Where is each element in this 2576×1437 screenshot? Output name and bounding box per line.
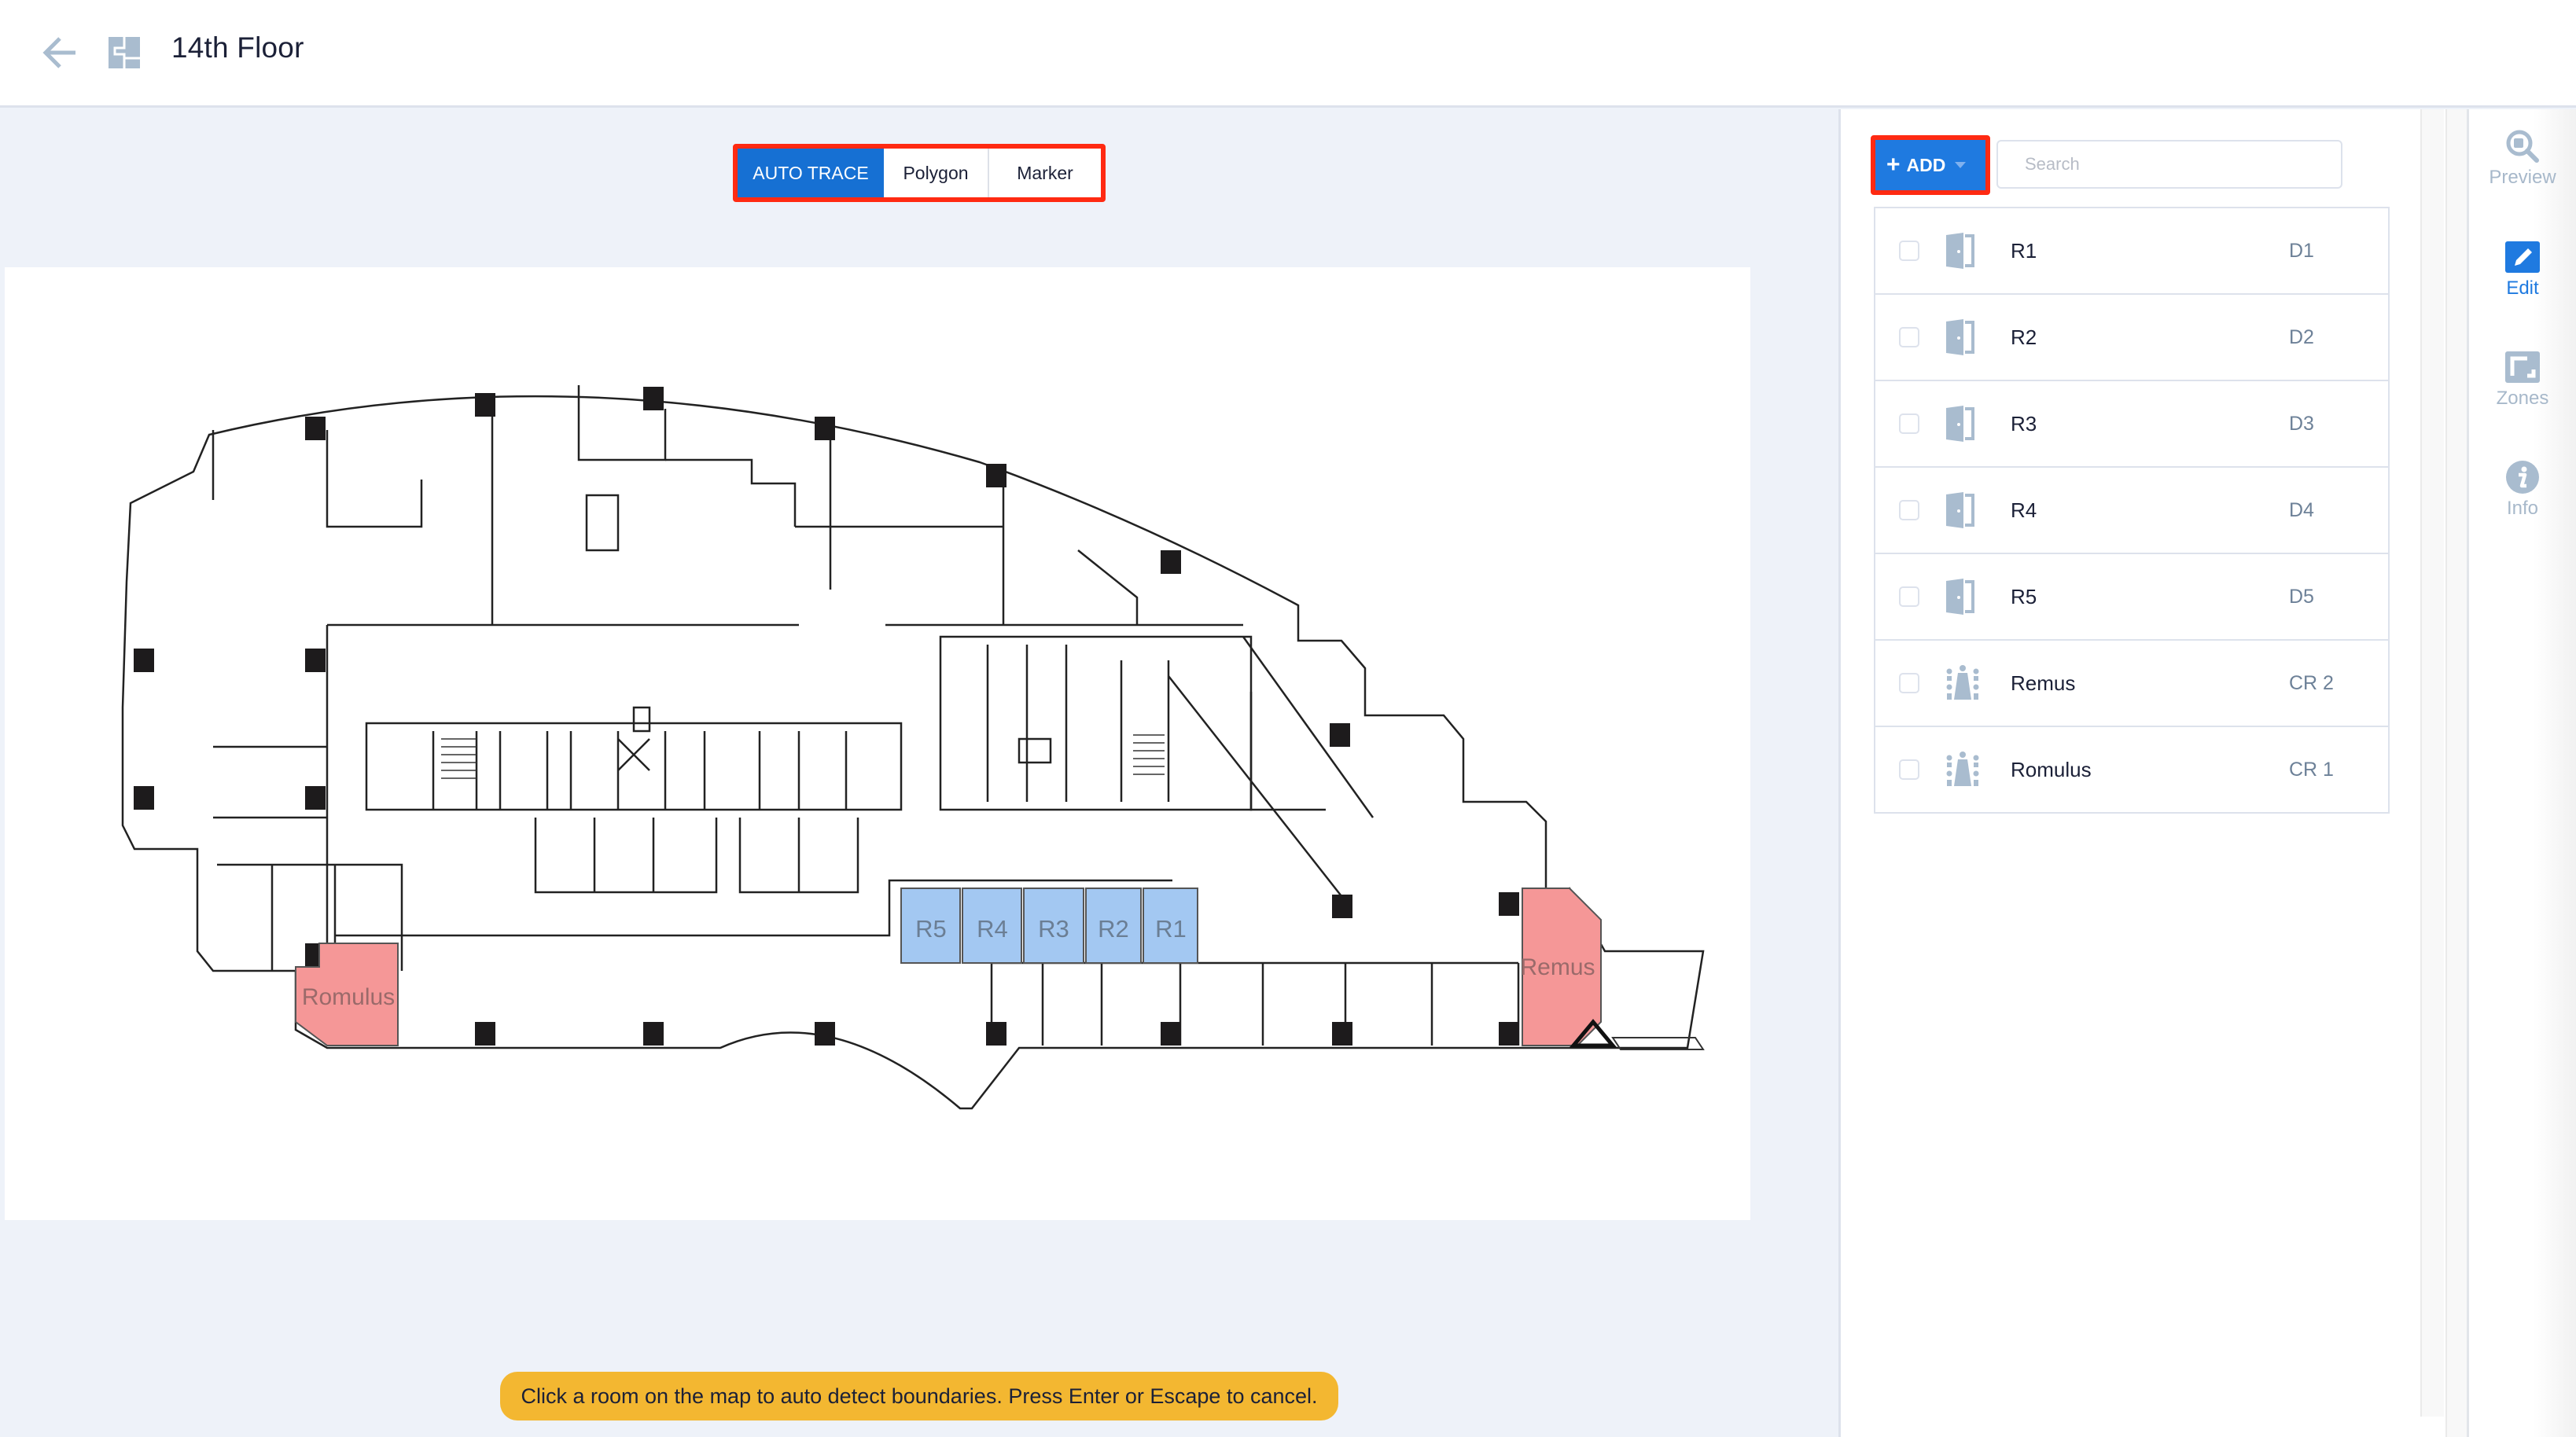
search-input[interactable]: [1996, 140, 2342, 189]
conference-room-icon: [1943, 750, 1979, 789]
floor-plan-canvas[interactable]: R5 R4 R3 R2 R1 Romulus Remus: [5, 267, 1750, 1220]
panel-scrollbar[interactable]: [2420, 109, 2444, 1417]
item-name: Remus: [2011, 671, 2076, 695]
floor-plan[interactable]: R5 R4 R3 R2 R1 Romulus Remus: [5, 267, 1750, 1220]
item-code: CR 1: [2289, 759, 2334, 781]
row-checkbox[interactable]: [1899, 500, 1919, 520]
info-icon: [2506, 461, 2539, 494]
item-name: R2: [2011, 325, 2037, 349]
item-code: D4: [2289, 499, 2314, 521]
row-checkbox[interactable]: [1899, 586, 1919, 607]
spaces-panel: + ADD R1 D1 R2 D2 R3 D3 R4 D4 R5 D5 Remus CR 2 Romul…: [1838, 109, 2467, 1437]
item-code: D3: [2289, 413, 2314, 435]
map-room-label: Remus: [1520, 954, 1595, 980]
list-item[interactable]: Remus CR 2: [1875, 641, 2388, 727]
auto-trace-button[interactable]: AUTO TRACE: [738, 149, 884, 197]
map-room-label: R5: [915, 915, 947, 943]
door-icon: [1943, 318, 1978, 357]
item-code: D1: [2289, 240, 2314, 262]
door-icon: [1943, 491, 1978, 530]
panel-divider: [2445, 109, 2469, 1437]
map-room-label: Romulus: [302, 984, 395, 1010]
item-code: D2: [2289, 326, 2314, 348]
row-checkbox[interactable]: [1899, 413, 1919, 434]
map-room-label: R1: [1155, 915, 1187, 943]
map-room-label: R2: [1098, 915, 1129, 943]
item-name: R1: [2011, 238, 2037, 263]
arrow-left-icon: [42, 37, 75, 68]
page-title: 14th Floor: [171, 31, 304, 64]
space-list: R1 D1 R2 D2 R3 D3 R4 D4 R5 D5 Remus CR 2 Romulus CR 1: [1874, 207, 2390, 814]
item-name: R5: [2011, 584, 2037, 608]
list-item[interactable]: R3 D3: [1875, 381, 2388, 468]
draw-mode-toggle: AUTO TRACE Polygon Marker: [733, 144, 1106, 202]
list-item[interactable]: R5 D5: [1875, 554, 2388, 641]
map-room-label: R4: [977, 915, 1008, 943]
item-name: R4: [2011, 498, 2037, 522]
top-bar: 14th Floor: [0, 0, 2576, 108]
back-button[interactable]: [41, 35, 80, 71]
row-checkbox[interactable]: [1899, 241, 1919, 261]
add-button[interactable]: + ADD: [1871, 135, 1990, 195]
item-name: Romulus: [2011, 757, 2092, 781]
rail-info[interactable]: Info: [2469, 460, 2576, 520]
plus-icon: +: [1886, 152, 1901, 178]
add-button-label: ADD: [1906, 154, 1946, 175]
map-room-label: R3: [1038, 915, 1069, 943]
pencil-icon: [2505, 241, 2540, 273]
right-icon-rail: Preview Edit Zones Info: [2469, 109, 2576, 1437]
rail-edit[interactable]: Edit: [2469, 240, 2576, 300]
list-item[interactable]: R4 D4: [1875, 468, 2388, 554]
list-item[interactable]: Romulus CR 1: [1875, 727, 2388, 814]
zones-icon: [2505, 351, 2540, 383]
rail-preview[interactable]: Preview: [2469, 129, 2576, 189]
row-checkbox[interactable]: [1899, 759, 1919, 780]
item-code: D5: [2289, 586, 2314, 608]
marker-button[interactable]: Marker: [989, 149, 1101, 197]
door-icon: [1943, 231, 1978, 270]
floorplan-icon: [109, 37, 140, 68]
list-item[interactable]: R1 D1: [1875, 208, 2388, 295]
rail-zones[interactable]: Zones: [2469, 350, 2576, 410]
polygon-button[interactable]: Polygon: [884, 149, 989, 197]
list-item[interactable]: R2 D2: [1875, 295, 2388, 381]
auto-trace-hint: Click a room on the map to auto detect b…: [500, 1372, 1338, 1420]
door-icon: [1943, 404, 1978, 443]
row-checkbox[interactable]: [1899, 327, 1919, 347]
chevron-down-icon: [1955, 162, 1967, 168]
door-icon: [1943, 577, 1978, 616]
item-code: CR 2: [2289, 672, 2334, 694]
preview-icon: [2506, 130, 2539, 163]
row-checkbox[interactable]: [1899, 673, 1919, 693]
conference-room-icon: [1943, 663, 1979, 703]
item-name: R3: [2011, 411, 2037, 436]
